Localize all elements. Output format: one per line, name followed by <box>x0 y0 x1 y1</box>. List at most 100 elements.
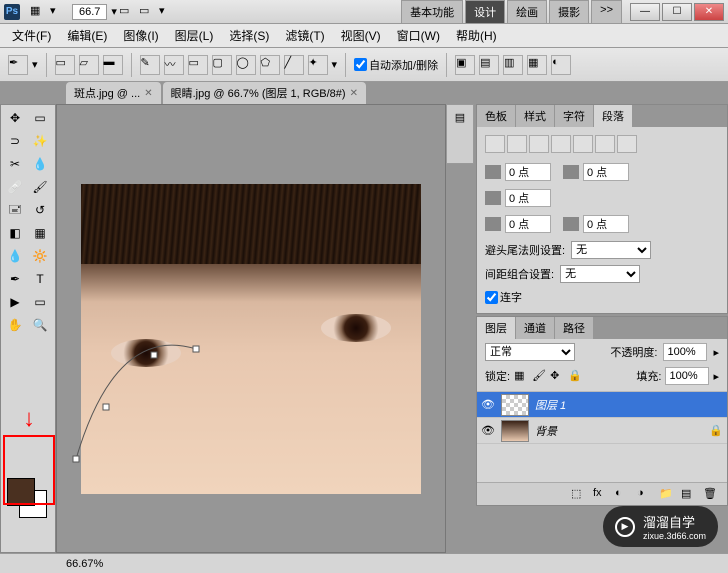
brush-tool[interactable]: 🖌 <box>28 176 52 198</box>
blend-mode-select[interactable]: 正常 <box>485 343 575 361</box>
menu-edit[interactable]: 编辑(E) <box>59 24 115 47</box>
close-icon[interactable]: ✕ <box>350 88 358 99</box>
menu-file[interactable]: 文件(F) <box>4 24 59 47</box>
lock-transparency-icon[interactable]: ▦ <box>514 369 528 383</box>
mini-bridge-icon[interactable]: ▾ <box>50 4 66 20</box>
justify-center-button[interactable] <box>573 135 593 153</box>
zoom-dropdown-icon[interactable]: ▾ <box>111 5 117 18</box>
lasso-tool[interactable]: ⊃ <box>3 130 27 152</box>
indent-left-input[interactable] <box>505 163 551 181</box>
path-intersect-icon[interactable]: ▥ <box>503 55 523 75</box>
layer-fx-icon[interactable]: fx <box>593 487 609 501</box>
layer-thumbnail[interactable] <box>501 420 529 442</box>
polygon-shape-icon[interactable]: ⬠ <box>260 55 280 75</box>
type-tool[interactable]: T <box>28 268 52 290</box>
canvas-area[interactable] <box>56 104 446 553</box>
rounded-rect-icon[interactable]: ▢ <box>212 55 232 75</box>
style-icon[interactable]: ◐ <box>551 55 571 75</box>
rect-shape-icon[interactable]: ▭ <box>188 55 208 75</box>
zoom-level-field[interactable]: 66.7 <box>72 4 107 20</box>
fill-pixels-icon[interactable]: ▬ <box>103 55 123 75</box>
panel-tab-paths[interactable]: 路径 <box>555 317 593 339</box>
pen-icon[interactable]: ✎ <box>140 55 160 75</box>
pen-tool-preset-icon[interactable]: ✒ <box>8 55 28 75</box>
visibility-eye-icon[interactable]: 👁 <box>481 398 495 412</box>
align-left-button[interactable] <box>485 135 505 153</box>
collapsed-panel-strip[interactable]: ▤ <box>446 104 474 164</box>
menu-view[interactable]: 视图(V) <box>333 24 389 47</box>
panel-tab-layers[interactable]: 图层 <box>477 317 515 339</box>
adjustment-layer-icon[interactable]: ◑ <box>637 487 653 501</box>
path-combine-icon[interactable]: ▣ <box>455 55 475 75</box>
mojikumi-select[interactable]: 无 <box>560 265 640 283</box>
eyedropper-tool[interactable]: 💧 <box>28 153 52 175</box>
doc-tab-1[interactable]: 斑点.jpg @ ... ✕ <box>66 82 161 104</box>
justify-all-button[interactable] <box>617 135 637 153</box>
justify-right-button[interactable] <box>595 135 615 153</box>
pen-path-overlay[interactable] <box>81 344 201 424</box>
custom-shape-icon[interactable]: ✦ <box>308 55 328 75</box>
menu-image[interactable]: 图像(I) <box>115 24 166 47</box>
status-zoom[interactable]: 66.67% <box>66 558 103 570</box>
blur-tool[interactable]: 💧 <box>3 245 27 267</box>
fill-dropdown-icon[interactable]: ▸ <box>713 370 719 383</box>
layer-group-icon[interactable]: 📁 <box>659 487 675 501</box>
minimize-button[interactable]: — <box>630 3 660 21</box>
path-select-tool[interactable]: ▶ <box>3 291 27 313</box>
dodge-tool[interactable]: 🔆 <box>28 245 52 267</box>
workspace-more[interactable]: >> <box>591 0 622 24</box>
move-tool[interactable]: ✥ <box>3 107 27 129</box>
workspace-basic[interactable]: 基本功能 <box>401 0 463 24</box>
workspace-photo[interactable]: 摄影 <box>549 0 589 24</box>
maximize-button[interactable]: ☐ <box>662 3 692 21</box>
zoom-tool[interactable]: 🔍 <box>28 314 52 336</box>
workspace-design[interactable]: 设计 <box>465 0 505 24</box>
panel-tab-color[interactable]: 色板 <box>477 105 515 127</box>
auto-add-delete-checkbox[interactable]: 自动添加/删除 <box>354 57 438 73</box>
lock-pixels-icon[interactable]: 🖌 <box>532 369 546 383</box>
new-layer-icon[interactable]: ▤ <box>681 487 697 501</box>
layer-mask-icon[interactable]: ◐ <box>615 487 631 501</box>
magic-wand-tool[interactable]: ✨ <box>28 130 52 152</box>
freeform-pen-icon[interactable]: 〰 <box>164 55 184 75</box>
view-extras-icon[interactable]: ▭ <box>119 4 135 20</box>
delete-layer-icon[interactable]: 🗑 <box>703 487 719 501</box>
ellipse-shape-icon[interactable]: ◯ <box>236 55 256 75</box>
visibility-eye-icon[interactable]: 👁 <box>481 424 495 438</box>
align-center-button[interactable] <box>507 135 527 153</box>
layer-row[interactable]: 👁 背景 🔒 <box>477 418 727 444</box>
paths-icon[interactable]: ▱ <box>79 55 99 75</box>
pen-tool[interactable]: ✒ <box>3 268 27 290</box>
clone-stamp-tool[interactable]: 🖃 <box>3 199 27 221</box>
panel-tab-style[interactable]: 样式 <box>516 105 554 127</box>
menu-select[interactable]: 选择(S) <box>221 24 277 47</box>
space-before-input[interactable] <box>505 215 551 233</box>
justify-left-button[interactable] <box>551 135 571 153</box>
indent-right-input[interactable] <box>583 163 629 181</box>
lock-all-icon[interactable]: 🔒 <box>568 369 582 383</box>
collapsed-panel-icon[interactable]: ▤ <box>455 111 465 124</box>
menu-filter[interactable]: 滤镜(T) <box>277 24 332 47</box>
layer-name[interactable]: 背景 <box>535 423 557 439</box>
opacity-dropdown-icon[interactable]: ▸ <box>713 346 719 359</box>
close-button[interactable]: ✕ <box>694 3 724 21</box>
menu-layer[interactable]: 图层(L) <box>167 24 222 47</box>
rectangle-tool[interactable]: ▭ <box>28 291 52 313</box>
shape-dropdown-icon[interactable]: ▾ <box>332 58 338 71</box>
link-layers-icon[interactable]: ⬚ <box>571 487 587 501</box>
lock-position-icon[interactable]: ✥ <box>550 369 564 383</box>
fill-input[interactable]: 100% <box>665 367 709 385</box>
color-swatches[interactable] <box>7 478 51 522</box>
arrange-icon[interactable]: ▾ <box>159 4 175 20</box>
preset-dropdown-icon[interactable]: ▾ <box>32 58 38 71</box>
layer-thumbnail[interactable] <box>501 394 529 416</box>
hyphenate-input[interactable] <box>485 291 498 304</box>
workspace-paint[interactable]: 绘画 <box>507 0 547 24</box>
crop-tool[interactable]: ✂ <box>3 153 27 175</box>
kinsoku-select[interactable]: 无 <box>571 241 651 259</box>
doc-tab-2[interactable]: 眼睛.jpg @ 66.7% (图层 1, RGB/8#) ✕ <box>163 82 366 104</box>
panel-tab-channels[interactable]: 通道 <box>516 317 554 339</box>
spot-heal-tool[interactable]: 🩹 <box>3 176 27 198</box>
path-exclude-icon[interactable]: ▦ <box>527 55 547 75</box>
foreground-color-swatch[interactable] <box>7 478 35 506</box>
